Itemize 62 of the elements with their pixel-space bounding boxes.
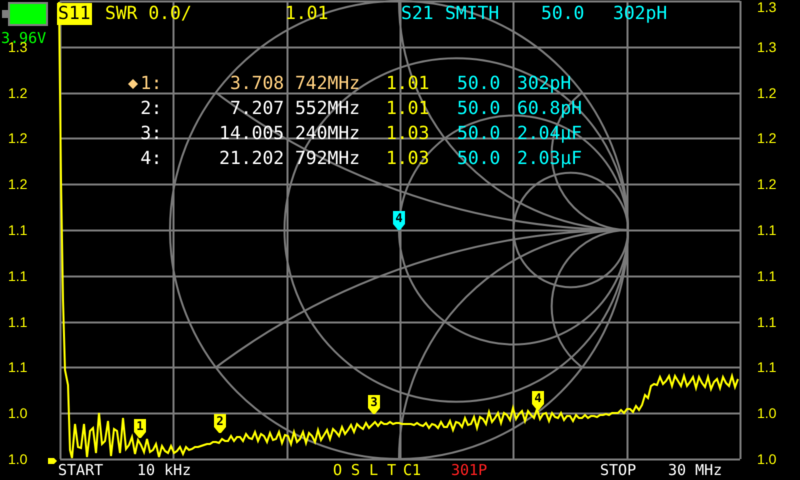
trace-value: 302pH (612, 3, 668, 25)
scale-label: 1.3 (757, 40, 776, 54)
marker-frequency: 14.005 240MHz (218, 123, 360, 144)
marker-resistance: 50.0 (457, 73, 502, 94)
stop-label: STOP (600, 463, 636, 478)
marker-swr: 1.03 (385, 148, 430, 169)
channel-label[interactable]: S21 (400, 3, 435, 25)
sweep-points: 301P (451, 463, 488, 478)
marker-reactance: 302pH (517, 73, 572, 94)
scale-label: 1.0 (8, 452, 28, 466)
scale-label: 1.1 (8, 315, 28, 329)
stop-frequency: 30 MHz (668, 463, 722, 478)
marker-frequency: 7.207 552MHz (228, 98, 360, 119)
scale-label: 1.2 (757, 177, 776, 191)
scale-label: 1.2 (757, 86, 776, 100)
scale-label: 1.1 (757, 360, 776, 374)
calibration-set: C1 (403, 463, 422, 478)
diamond-icon (128, 78, 138, 88)
trace-format: SWR 0.0/ (104, 3, 193, 25)
scale-label: 1.0 (757, 406, 776, 420)
marker-reactance: 60.8pH (517, 98, 584, 119)
calibration-status: O S L T (333, 463, 396, 478)
marker-frequency: 21.202 792MHz (218, 148, 360, 169)
marker-swr: 1.03 (385, 123, 430, 144)
start-label: START (58, 463, 104, 478)
marker-label[interactable]: 4: (140, 148, 162, 169)
marker-label[interactable]: 1: (140, 73, 162, 94)
marker-label[interactable]: 2: (140, 98, 162, 119)
marker-flag: 4 (393, 211, 405, 230)
scale-label: 1.1 (757, 223, 776, 237)
marker-label[interactable]: 3: (140, 123, 162, 144)
marker-flag: 1 (134, 419, 146, 438)
marker-reactance: 2.04µF (517, 123, 584, 144)
marker-resistance: 50.0 (457, 148, 502, 169)
marker-reactance: 2.03µF (517, 148, 584, 169)
scale-label: 1.1 (8, 223, 28, 237)
scale-label: 1.1 (757, 315, 776, 329)
reference-marker-icon (48, 458, 57, 464)
marker-flag: 2 (214, 414, 226, 433)
scale-label: 1.2 (8, 131, 28, 145)
start-frequency: 10 kHz (137, 463, 192, 478)
marker-flag: 4 (532, 391, 544, 410)
marker-swr: 1.01 (385, 73, 430, 94)
marker-swr: 1.01 (385, 98, 430, 119)
marker-resistance: 50.0 (457, 98, 502, 119)
scale-label: 1.2 (8, 177, 28, 191)
channel-label[interactable]: S11 (57, 3, 92, 25)
marker-frequency: 3.708 742MHz (228, 73, 360, 94)
scale-label: 1.1 (757, 269, 776, 283)
scale-label: 1.0 (8, 406, 28, 420)
scale-label: 1.3 (757, 0, 776, 14)
marker-resistance: 50.0 (457, 123, 502, 144)
trace-format: SMITH (444, 3, 500, 25)
scale-label: 1.1 (8, 269, 28, 283)
marker-flag: 3 (368, 395, 380, 414)
scale-label: 1.1 (8, 360, 28, 374)
scale-label: 1.2 (8, 86, 28, 100)
scale-label: 1.0 (757, 452, 776, 466)
battery-icon (2, 2, 48, 26)
trace-value: 1.01 (284, 3, 330, 25)
trace-value: 50.0 (540, 3, 586, 25)
scale-label: 1.2 (757, 131, 776, 145)
